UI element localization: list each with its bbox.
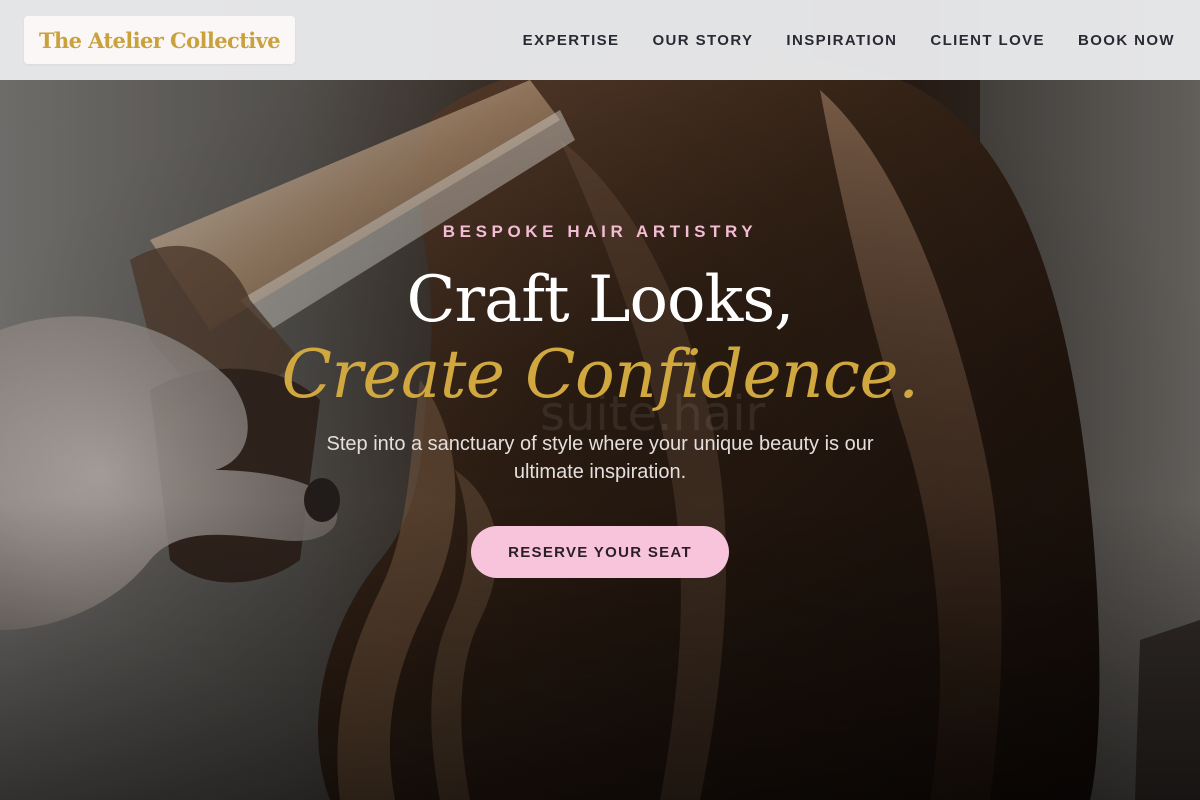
hero-eyebrow: BESPOKE HAIR ARTISTRY — [442, 222, 758, 241]
nav-item-our-story[interactable]: OUR STORY — [652, 32, 753, 49]
brand-logo[interactable]: The Atelier Collective — [24, 16, 295, 64]
hero-headline-line2: Create Confidence. — [281, 336, 919, 413]
site-header: The Atelier Collective EXPERTISE OUR STO… — [0, 0, 1200, 80]
reserve-seat-button[interactable]: RESERVE YOUR SEAT — [471, 526, 729, 578]
nav-item-client-love[interactable]: CLIENT LOVE — [930, 32, 1045, 49]
hero-subtitle: Step into a sanctuary of style where you… — [326, 433, 874, 483]
nav-item-inspiration[interactable]: INSPIRATION — [786, 32, 897, 49]
hero-content: BESPOKE HAIR ARTISTRY Craft Looks, Creat… — [0, 0, 1200, 800]
main-nav: EXPERTISE OUR STORY INSPIRATION CLIENT L… — [523, 32, 1175, 49]
hero-headline-line1: Craft Looks, — [406, 263, 795, 337]
nav-item-book-now[interactable]: BOOK NOW — [1078, 32, 1175, 49]
nav-item-expertise[interactable]: EXPERTISE — [523, 32, 620, 49]
